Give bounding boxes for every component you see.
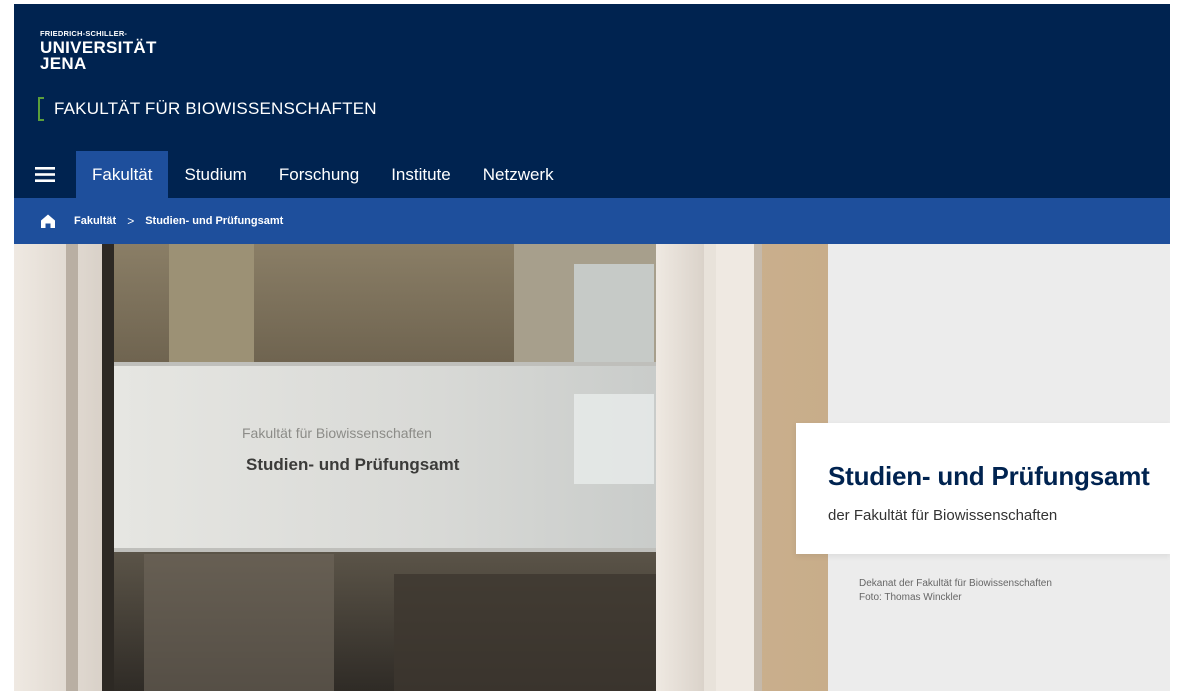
breadcrumb-separator: > [127,214,135,228]
page-title: Studien- und Prüfungsamt [828,461,1150,491]
faculty-title: FAKULTÄT FÜR BIOWISSENSCHAFTEN [54,99,377,118]
logo-line-2: UNIVERSITÄT [40,37,157,57]
hero-title-card: Studien- und Prüfungsamt der Fakultät fü… [796,423,1170,554]
bracket-icon [38,97,44,121]
site-header: FRIEDRICH-SCHILLER- UNIVERSITÄT JENA FAK… [14,4,1170,198]
page-frame: FRIEDRICH-SCHILLER- UNIVERSITÄT JENA FAK… [14,4,1170,691]
breadcrumb-item-current: Studien- und Prüfungsamt [145,215,284,227]
photo-caption: Dekanat der Fakultät für Biowissenschaft… [859,577,1052,605]
nav-item-institute[interactable]: Institute [375,151,467,198]
page-subtitle: der Fakultät für Biowissenschaften [828,507,1058,524]
hero-section: Fakultät für Biowissenschaften Studien- … [14,244,1170,691]
nav-item-netzwerk[interactable]: Netzwerk [467,151,570,198]
photo-sign-line-1: Fakultät für Biowissenschaften [242,425,432,441]
photo-sign-line-2: Studien- und Prüfungsamt [246,455,460,474]
caption-line-2: Foto: Thomas Winckler [859,592,962,603]
nav-item-studium[interactable]: Studium [168,151,262,198]
breadcrumb-item-fakultaet[interactable]: Fakultät [74,215,116,227]
caption-line-1: Dekanat der Fakultät für Biowissenschaft… [859,578,1052,589]
main-navigation: Fakultät Studium Forschung Institute Net… [14,151,570,198]
university-logo[interactable]: FRIEDRICH-SCHILLER- UNIVERSITÄT JENA [40,30,157,72]
nav-item-forschung[interactable]: Forschung [263,151,375,198]
nav-item-fakultaet[interactable]: Fakultät [76,151,169,198]
breadcrumb: Fakultät > Studien- und Prüfungsamt [14,198,1170,244]
home-icon[interactable] [40,213,56,229]
hamburger-menu-icon[interactable] [14,151,76,198]
logo-line-3: JENA [40,53,87,73]
hero-photo: Fakultät für Biowissenschaften Studien- … [14,244,828,691]
faculty-name[interactable]: FAKULTÄT FÜR BIOWISSENSCHAFTEN [38,96,377,122]
logo-line-1: FRIEDRICH-SCHILLER- [40,29,128,38]
